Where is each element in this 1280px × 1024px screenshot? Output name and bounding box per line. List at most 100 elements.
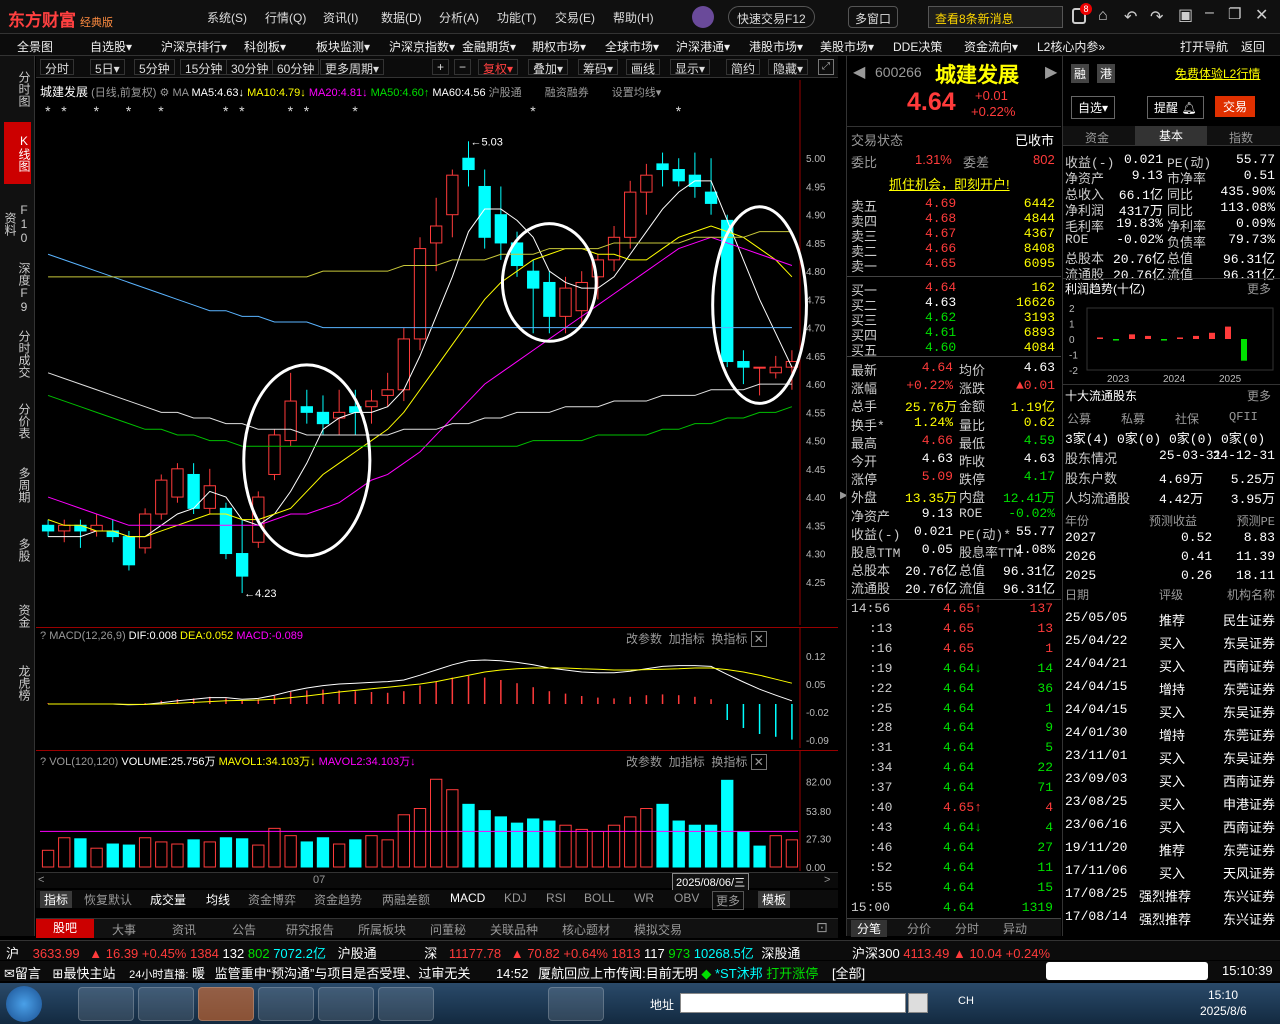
message-button[interactable]: ✉留言 xyxy=(4,966,41,981)
indicator-tab-reset[interactable]: 恢复默认 xyxy=(84,891,132,908)
taskbar-chrome-icon[interactable] xyxy=(138,987,194,1021)
indicator-tab-obv[interactable]: OBV xyxy=(674,891,699,905)
fastest-server-button[interactable]: ⊞最快主站 xyxy=(53,966,116,981)
taskbar-app-icon[interactable] xyxy=(378,987,434,1021)
taskbar-media-icon[interactable] xyxy=(78,987,134,1021)
multi-window-button[interactable]: 多窗口 xyxy=(848,6,899,28)
next-stock-icon[interactable]: ▶ xyxy=(1045,62,1057,82)
tab-basic[interactable]: 基本 xyxy=(1135,126,1207,146)
taskbar-eastmoney-icon[interactable] xyxy=(198,987,254,1021)
tick-tab-trades[interactable]: 分笔 xyxy=(851,920,888,937)
indicator-tab-margin-diff[interactable]: 两融差额 xyxy=(382,891,430,908)
info-tab-research[interactable]: 研究报告 xyxy=(286,921,334,938)
sidebar-item-dragon-tiger[interactable]: 龙虎榜 xyxy=(4,658,31,708)
tick-tab-timeshare[interactable]: 分时 xyxy=(955,920,979,937)
nav-watchlist[interactable]: 自选股▾ xyxy=(90,38,132,55)
address-input[interactable] xyxy=(680,993,906,1013)
restore-icon[interactable]: ❐ xyxy=(1228,5,1241,23)
l2-trial-link[interactable]: 免费体验L2行情 xyxy=(1175,65,1260,82)
news-headline-2[interactable]: 厦航回应上市传闻:目前无明 xyxy=(538,966,698,981)
sidebar-item-capital[interactable]: 资金 xyxy=(4,598,31,634)
taskbar-paint-icon[interactable] xyxy=(258,987,314,1021)
info-tab-events[interactable]: 大事 xyxy=(112,921,136,938)
nav-connect[interactable]: 沪深港通▾ xyxy=(676,38,730,55)
go-button[interactable] xyxy=(908,993,928,1013)
nav-us[interactable]: 美股市场▾ xyxy=(820,38,874,55)
taskbar-pen-icon[interactable] xyxy=(548,987,604,1021)
nav-global[interactable]: 全球市场▾ xyxy=(605,38,659,55)
news-notice-button[interactable]: 查看8条新消息 xyxy=(928,6,1063,28)
period-15min[interactable]: 15分钟 xyxy=(180,59,228,76)
period-60min[interactable]: 60分钟 xyxy=(272,59,320,76)
skin-icon[interactable]: ▣ xyxy=(1178,5,1193,25)
nav-star-market[interactable]: 科创板▾ xyxy=(244,38,286,55)
info-tab-guba[interactable]: 股吧 xyxy=(36,919,94,938)
prev-stock-icon[interactable]: ◀ xyxy=(853,62,865,82)
open-account-link[interactable]: 抓住机会，即刻开户! xyxy=(889,174,1010,193)
display-dropdown[interactable]: 显示▾ xyxy=(670,59,711,76)
indicator-tab-main[interactable]: 指标 xyxy=(40,891,73,908)
all-alerts-link[interactable]: [全部] xyxy=(832,966,865,981)
info-tab-news[interactable]: 资讯 xyxy=(172,921,196,938)
sidebar-item-price-table[interactable]: 分价表 xyxy=(4,396,31,446)
info-tab-ask-secretary[interactable]: 问董秘 xyxy=(430,921,466,938)
overlay-dropdown[interactable]: 叠加▾ xyxy=(528,59,569,76)
sidebar-item-multi-stock[interactable]: 多股 xyxy=(4,532,31,568)
indicator-tab-boll[interactable]: BOLL xyxy=(584,891,615,905)
sidebar-item-kline[interactable]: K线图 xyxy=(4,122,31,184)
close-icon[interactable]: ✕ xyxy=(1255,5,1268,25)
nav-index[interactable]: 沪深京指数▾ xyxy=(389,38,455,55)
tab-capital[interactable]: 资金 xyxy=(1085,129,1109,146)
indicator-tab-volume[interactable]: 成交量 xyxy=(150,891,186,908)
menu-data[interactable]: 数据(D) xyxy=(381,9,422,26)
menu-system[interactable]: 系统(S) xyxy=(207,9,247,26)
period-timeshare[interactable]: 分时 xyxy=(40,59,75,76)
news-headline[interactable]: 监管重申“预沟通”与项目是否受理、过审无关 xyxy=(215,966,471,981)
indicator-tab-rsi[interactable]: RSI xyxy=(546,891,566,905)
home-icon[interactable]: ⌂ xyxy=(1098,7,1108,25)
indicator-tab-kdj[interactable]: KDJ xyxy=(504,891,527,905)
indicator-tab-capital-game[interactable]: 资金博弈 xyxy=(248,891,296,908)
quick-trade-button[interactable]: 快速交易F12 xyxy=(728,6,815,28)
expand-icon[interactable]: ⊡ xyxy=(816,919,828,936)
start-button[interactable] xyxy=(6,986,42,1022)
period-5min[interactable]: 5分钟 xyxy=(134,59,175,76)
avatar[interactable] xyxy=(692,6,714,28)
hide-dropdown[interactable]: 隐藏▾ xyxy=(768,59,809,76)
nav-open-nav[interactable]: 打开导航 xyxy=(1180,38,1228,55)
menu-quote[interactable]: 行情(Q) xyxy=(265,9,306,26)
indicator-tab-macd[interactable]: MACD xyxy=(450,891,485,905)
indicator-tab-capital-trend[interactable]: 资金趋势 xyxy=(314,891,362,908)
forward-icon[interactable]: ↷ xyxy=(1150,7,1163,27)
tab-index[interactable]: 指数 xyxy=(1229,129,1253,146)
period-5day[interactable]: 5日▾ xyxy=(90,59,125,76)
period-30min[interactable]: 30分钟 xyxy=(226,59,274,76)
holders-more-link[interactable]: 更多 xyxy=(1247,387,1271,404)
adjust-dropdown[interactable]: 复权▾ xyxy=(478,59,519,76)
nav-back[interactable]: 返回 xyxy=(1241,38,1265,55)
index-ticker[interactable]: 沪 3633.99 ▲ 16.39 +0.45% 1384 132 802 70… xyxy=(0,940,1280,961)
tick-tab-price[interactable]: 分价 xyxy=(907,920,931,937)
simple-mode-button[interactable]: 简约 xyxy=(726,59,761,76)
macd-panel[interactable]: ? MACD(12,26,9) DIF:0.008 DEA:0.052 MACD… xyxy=(36,627,838,748)
sidebar-item-trades[interactable]: 分时成交 xyxy=(4,324,31,384)
nav-overview[interactable]: 全景图 xyxy=(17,38,53,55)
sidebar-item-depth[interactable]: 深度F9 xyxy=(4,262,31,314)
nav-futures[interactable]: 金融期货▾ xyxy=(462,38,516,55)
nav-sector-monitor[interactable]: 板块监测▾ xyxy=(316,38,370,55)
info-tab-announcements[interactable]: 公告 xyxy=(232,921,256,938)
info-tab-simulate[interactable]: 模拟交易 xyxy=(634,921,682,938)
alert-button[interactable]: 提醒 🔔︎ xyxy=(1147,96,1204,119)
fullscreen-icon[interactable]: ⤢ xyxy=(818,59,834,75)
volume-panel[interactable]: ? VOL(120,120) VOLUME:25.756万 MAVOL1:34.… xyxy=(36,750,838,871)
x-axis-strip[interactable]: < 07 2025/08/06/三 > xyxy=(36,872,838,891)
indicator-tab-more[interactable]: 更多 xyxy=(712,891,745,910)
nav-options[interactable]: 期权市场▾ xyxy=(532,38,586,55)
menu-help[interactable]: 帮助(H) xyxy=(613,9,654,26)
back-icon[interactable]: ↶ xyxy=(1124,7,1137,27)
zoom-out-button[interactable]: − xyxy=(454,59,472,75)
ime-toolbar[interactable] xyxy=(1046,962,1208,980)
menu-info[interactable]: 资讯(I) xyxy=(323,9,358,26)
draw-line-button[interactable]: 画线 xyxy=(626,59,661,76)
sidebar-item-timeshare[interactable]: 分时图 xyxy=(4,64,31,114)
